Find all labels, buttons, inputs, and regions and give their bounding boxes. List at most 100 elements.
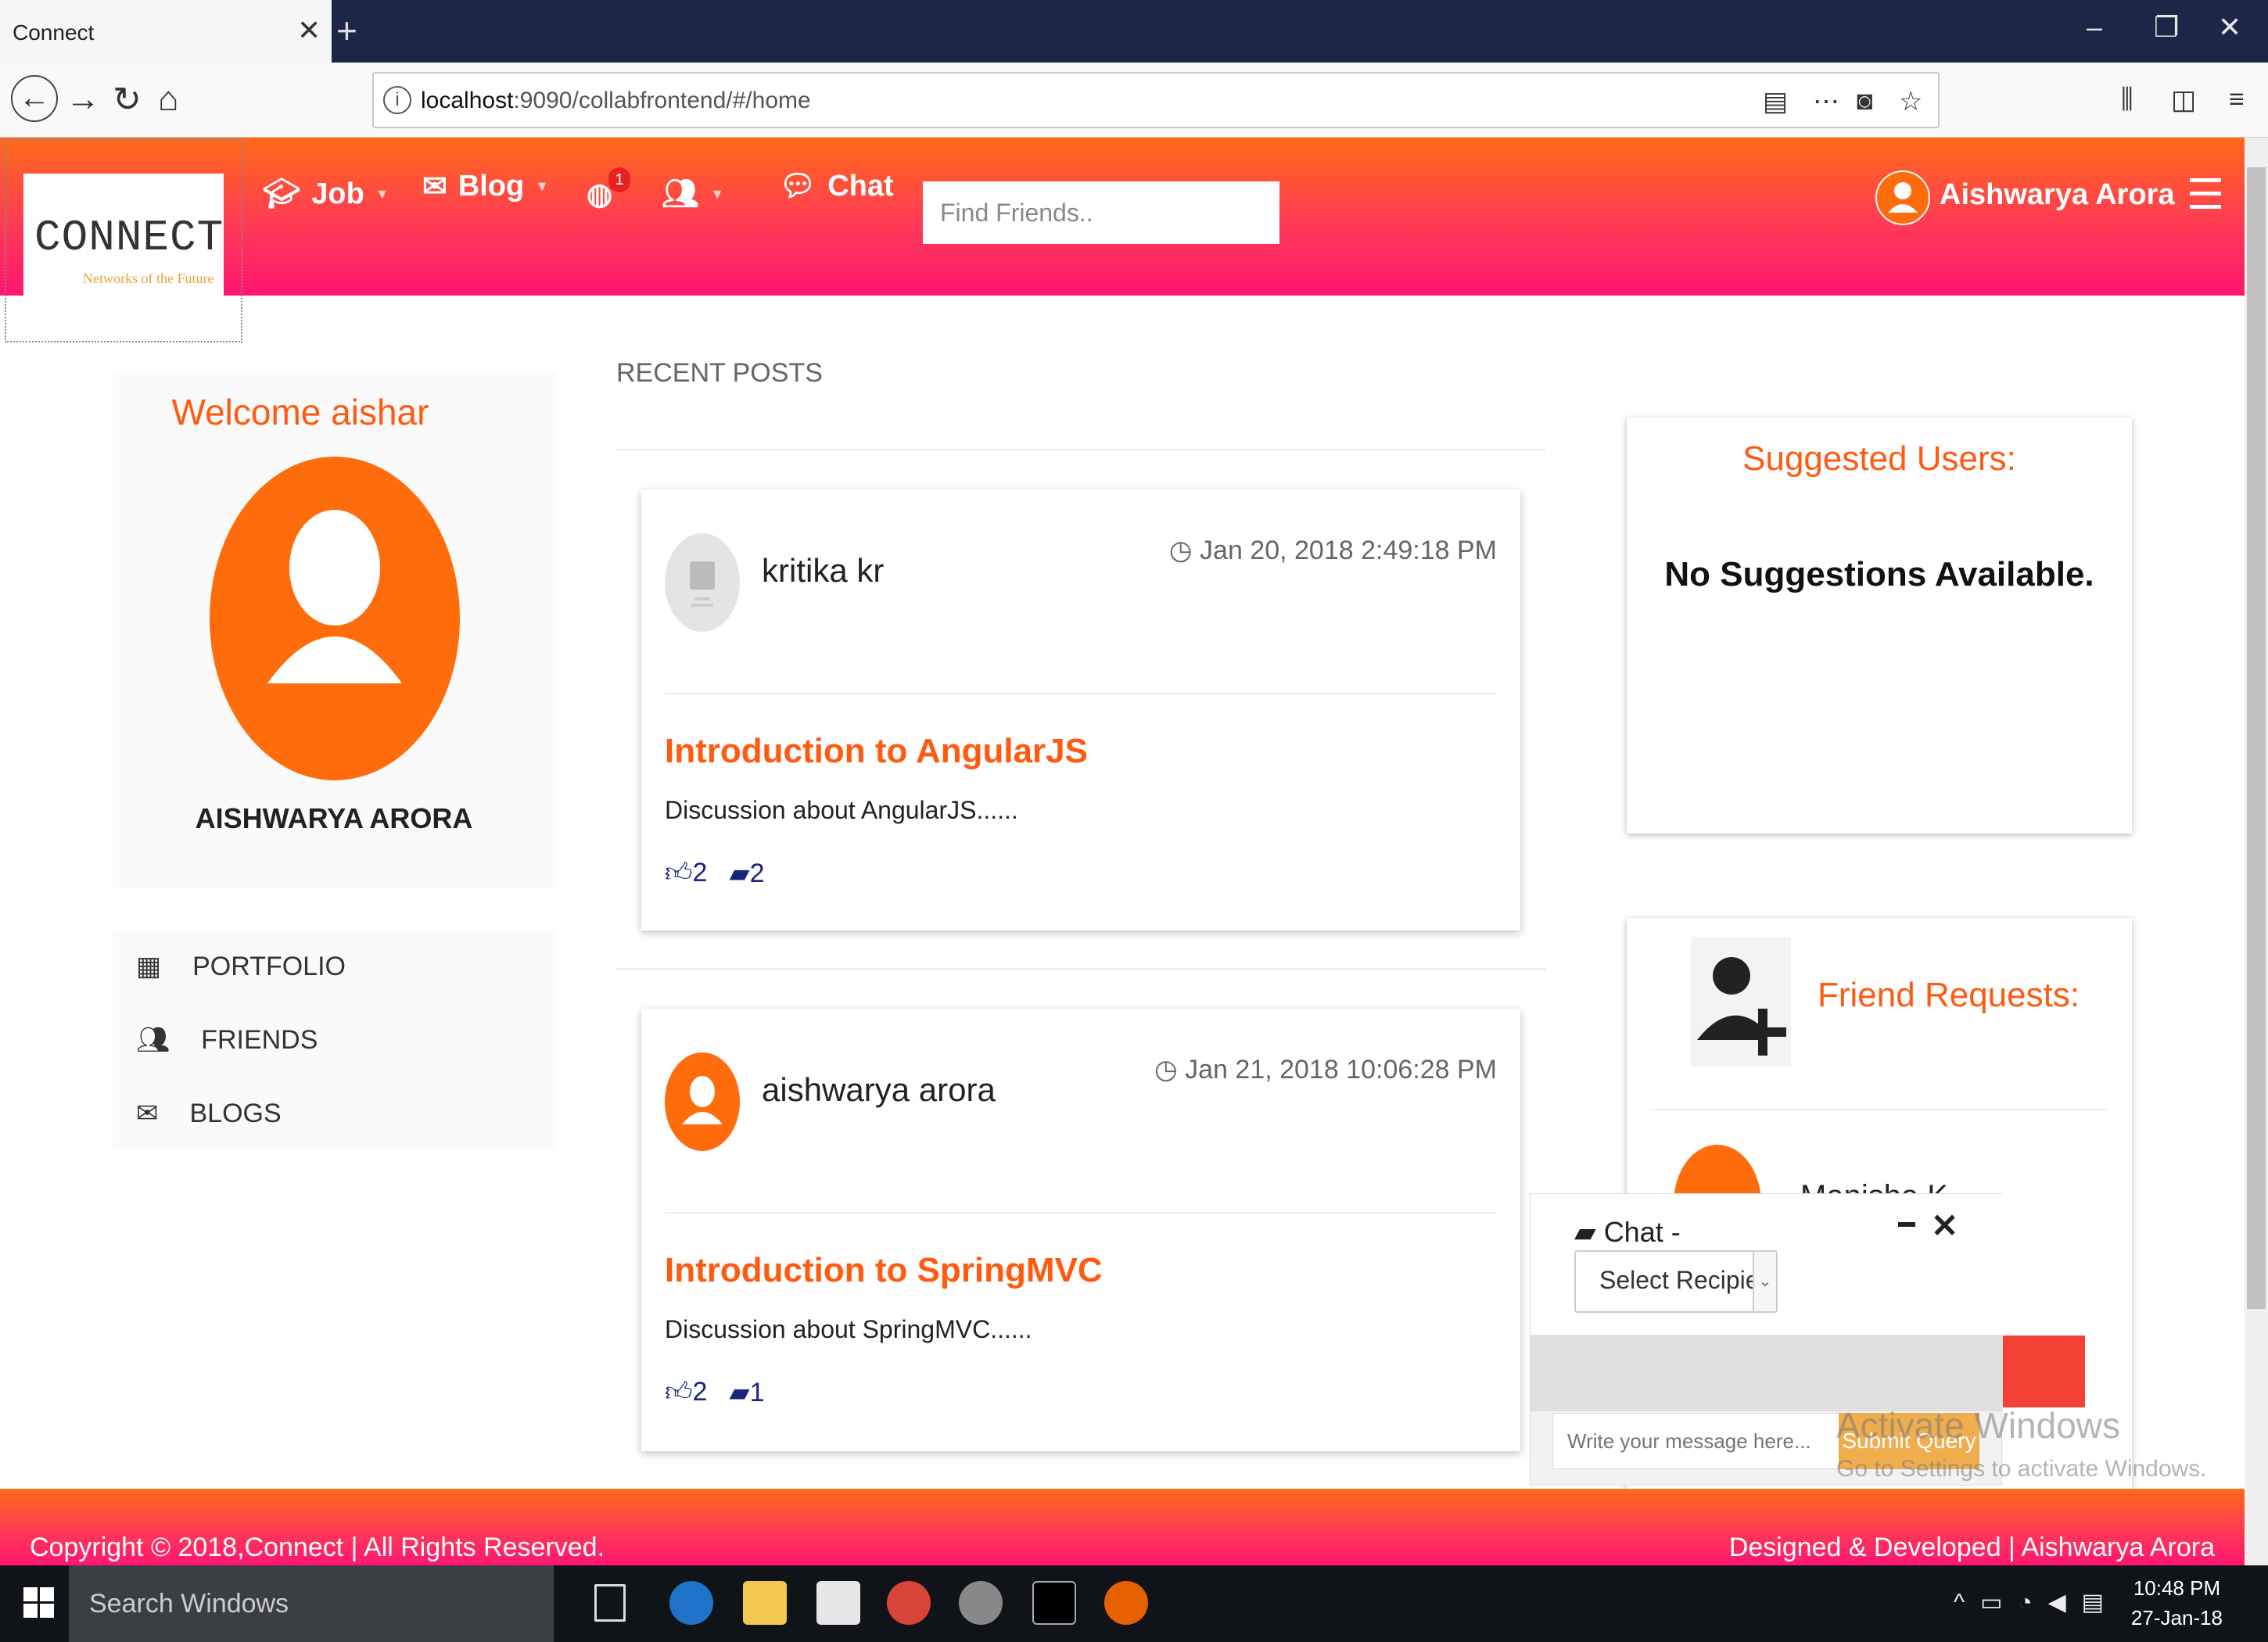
sidebar-item-friends[interactable]: 👥︎ FRIENDS [136, 1016, 318, 1063]
library-icon[interactable]: ⫼ [2121, 84, 2133, 115]
activate-windows-subtext: Go to Settings to activate Windows. [1836, 1456, 2207, 1482]
hamburger-menu-icon[interactable] [2190, 178, 2221, 218]
taskbar-clock[interactable]: 10:48 PM 27-Jan-18 [2131, 1573, 2223, 1633]
post-description: Discussion about SpringMVC...... [665, 1315, 1032, 1343]
reader-view-icon[interactable]: ▤ [1763, 86, 1788, 117]
profile-avatar [210, 457, 460, 780]
scrollbar-thumb[interactable] [2247, 167, 2266, 1309]
url-text: localhost:9090/collabfrontend/#/home [421, 88, 811, 113]
user-icon [682, 1076, 723, 1124]
chat-messages-area [1531, 1335, 2003, 1411]
store-icon[interactable] [816, 1581, 860, 1625]
post-stats: 👍︎2 ▰2 [665, 857, 765, 889]
copyright-text: Copyright © 2018,Connect | All Rights Re… [30, 1533, 605, 1562]
comments-button[interactable]: ▰2 [729, 858, 764, 889]
reload-icon[interactable]: ↻ [113, 80, 142, 120]
sidebar-item-blogs[interactable]: ✉ BLOGS [136, 1090, 282, 1137]
minimize-chat-icon[interactable] [1898, 1222, 1915, 1227]
windows-start-icon[interactable] [23, 1587, 55, 1619]
forward-icon[interactable]: → [66, 80, 100, 119]
thumbs-up-icon: 👍︎ [665, 858, 693, 887]
th-large-icon: ▦ [136, 952, 162, 981]
terminal-icon[interactable] [1032, 1581, 1076, 1625]
chrome-icon[interactable] [887, 1581, 931, 1625]
job-menu[interactable]: 🎓︎ Job ▼ [263, 155, 389, 233]
back-icon[interactable]: ← [11, 75, 58, 122]
notifications-menu[interactable]: ◍ [587, 155, 612, 233]
post-author[interactable]: kritika kr [762, 552, 884, 590]
file-explorer-icon[interactable] [743, 1581, 787, 1625]
designed-by-text: Designed & Developed | Aishwarya Arora [1728, 1533, 2215, 1562]
task-view-icon[interactable] [594, 1584, 626, 1622]
users-icon: 👥︎ [136, 1025, 170, 1055]
chat-menu[interactable]: 💬︎ Chat [779, 147, 894, 225]
post-description: Discussion about AngularJS...... [665, 796, 1018, 824]
system-tray-icons[interactable]: ^▭◔◀▤ [1954, 1589, 2119, 1616]
restore-window-icon[interactable]: ❐ [2154, 11, 2179, 44]
chevron-down-icon: ⌄ [1753, 1252, 1776, 1311]
comment-icon: ▰ [729, 1378, 750, 1407]
browser-menu-icon[interactable]: ≡ [2229, 84, 2245, 115]
user-icon [1888, 182, 1918, 213]
post-card[interactable]: kritika kr ◷ Jan 20, 2018 2:49:18 PM Int… [641, 489, 1520, 930]
comment-icon: ▰ [729, 859, 750, 888]
tab-title: Connect [13, 20, 95, 45]
clock-icon: ◷ [1168, 536, 1200, 565]
site-info-icon[interactable]: i [383, 86, 411, 114]
like-button[interactable]: 👍︎2 [665, 1376, 707, 1408]
url-bar[interactable]: i localhost:9090/collabfrontend/#/home ▤… [372, 72, 1940, 128]
user-name[interactable]: Aishwarya Arora [1940, 178, 2175, 212]
caret-down-icon: ▼ [710, 185, 725, 202]
friends-menu[interactable]: 👥︎ ▼ [662, 155, 724, 233]
sidebar-icon[interactable]: ◫ [2171, 84, 2196, 116]
post-title[interactable]: Introduction to AngularJS [665, 732, 1088, 771]
divider [616, 968, 1545, 970]
no-suggestions-text: No Suggestions Available. [1664, 555, 2094, 593]
app-logo[interactable]: CONNECT Networks of the Future [23, 174, 224, 299]
thumbs-up-icon: 👍︎ [665, 1377, 693, 1407]
author-avatar [665, 1052, 740, 1151]
chat-label: ▰ Chat - [1574, 1216, 1681, 1248]
edge-icon[interactable] [669, 1581, 713, 1625]
more-actions-icon[interactable]: ⋯ [1813, 86, 1839, 117]
activate-windows-watermark: Activate Windows [1836, 1405, 2121, 1446]
divider [1650, 1109, 2108, 1110]
home-icon[interactable]: ⌂ [158, 80, 179, 119]
post-date: ◷ Jan 21, 2018 10:06:28 PM [1154, 1055, 1497, 1085]
firefox-icon[interactable] [1104, 1581, 1148, 1625]
taskbar-search[interactable]: Search Windows [69, 1565, 554, 1642]
users-icon: 👥︎ [662, 177, 700, 210]
graduation-cap-icon: 🎓︎ [263, 177, 301, 210]
caret-down-icon: ▼ [375, 185, 389, 202]
post-author[interactable]: aishwarya arora [762, 1071, 996, 1109]
image-placeholder-icon [690, 561, 715, 607]
recent-posts-heading: RECENT POSTS [616, 358, 823, 388]
post-title[interactable]: Introduction to SpringMVC [665, 1251, 1103, 1290]
user-avatar[interactable] [1875, 170, 1930, 225]
notification-badge: 1 [608, 167, 630, 192]
user-icon [267, 510, 402, 683]
close-chat-icon[interactable]: ✕ [1931, 1206, 1958, 1245]
comment-icon: ▰ [1574, 1216, 1604, 1248]
blog-menu[interactable]: ✉ Blog ▼ [422, 147, 549, 225]
close-tab-icon[interactable]: ✕ [297, 14, 321, 47]
browser-navbar: ← → ↻ ⌂ i localhost:9090/collabfrontend/… [0, 63, 2268, 138]
close-window-icon[interactable]: ✕ [2218, 11, 2241, 44]
post-card[interactable]: aishwarya arora ◷ Jan 21, 2018 10:06:28 … [641, 1009, 1520, 1451]
like-button[interactable]: 👍︎2 [665, 857, 707, 889]
envelope-icon: ✉ [422, 170, 447, 203]
minimize-window-icon[interactable]: – [2087, 11, 2102, 44]
recipient-select[interactable]: Select Recipient ⌄ [1574, 1250, 1778, 1313]
new-tab-icon[interactable]: + [336, 9, 357, 52]
suggested-users-card: Suggested Users: No Suggestions Availabl… [1627, 418, 2132, 834]
pocket-icon[interactable]: ◙ [1857, 86, 1873, 117]
bookmark-star-icon[interactable]: ☆ [1899, 86, 1922, 117]
comment-icon: 💬︎ [779, 170, 817, 203]
settings-gear-icon[interactable] [959, 1581, 1003, 1625]
comments-button[interactable]: ▰1 [729, 1377, 764, 1408]
profile-card: Welcome aishar AISHWARYA ARORA [113, 372, 555, 888]
browser-tab[interactable]: Connect ✕ [0, 0, 332, 63]
chat-message-input[interactable] [1552, 1413, 1853, 1469]
find-friends-input[interactable] [923, 181, 1279, 244]
sidebar-item-portfolio[interactable]: ▦ PORTFOLIO [136, 943, 346, 990]
